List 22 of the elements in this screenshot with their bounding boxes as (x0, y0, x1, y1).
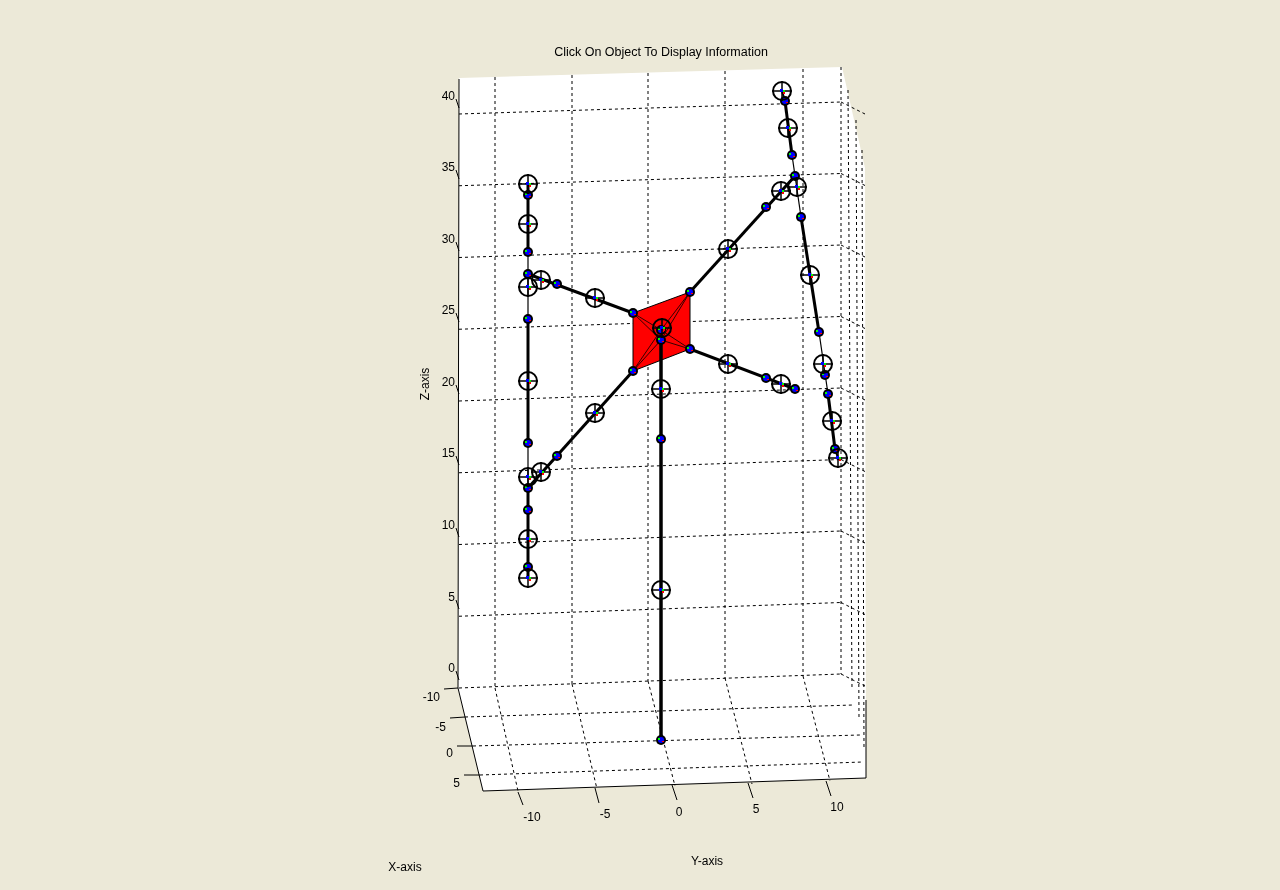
tick-label: 5 (752, 802, 760, 816)
tick-label: 35 (441, 160, 455, 174)
tick-label: -5 (435, 720, 446, 734)
tick-label: 20 (441, 375, 455, 389)
tick-label: -5 (599, 807, 611, 821)
tick-label: -10 (523, 810, 541, 824)
tick-label: 10 (830, 800, 844, 814)
axis-label: Y-axis (690, 854, 724, 868)
tick-label: 40 (441, 89, 455, 103)
tick-label: 5 (453, 776, 460, 790)
tick-label: 0 (448, 661, 455, 675)
tick-label: 25 (441, 303, 455, 317)
tick-label: 15 (441, 446, 455, 460)
tick-label: -10 (422, 690, 440, 704)
tick-label: 30 (441, 232, 455, 246)
tick-label: 0 (675, 805, 683, 819)
axis-label: Z-axis (418, 367, 432, 401)
tick-label: 5 (448, 590, 455, 604)
axis-label: X-axis (388, 860, 422, 874)
tick-label: 10 (441, 518, 455, 532)
tick-label: 0 (446, 746, 453, 760)
plot-title: Click On Object To Display Information (554, 45, 768, 59)
